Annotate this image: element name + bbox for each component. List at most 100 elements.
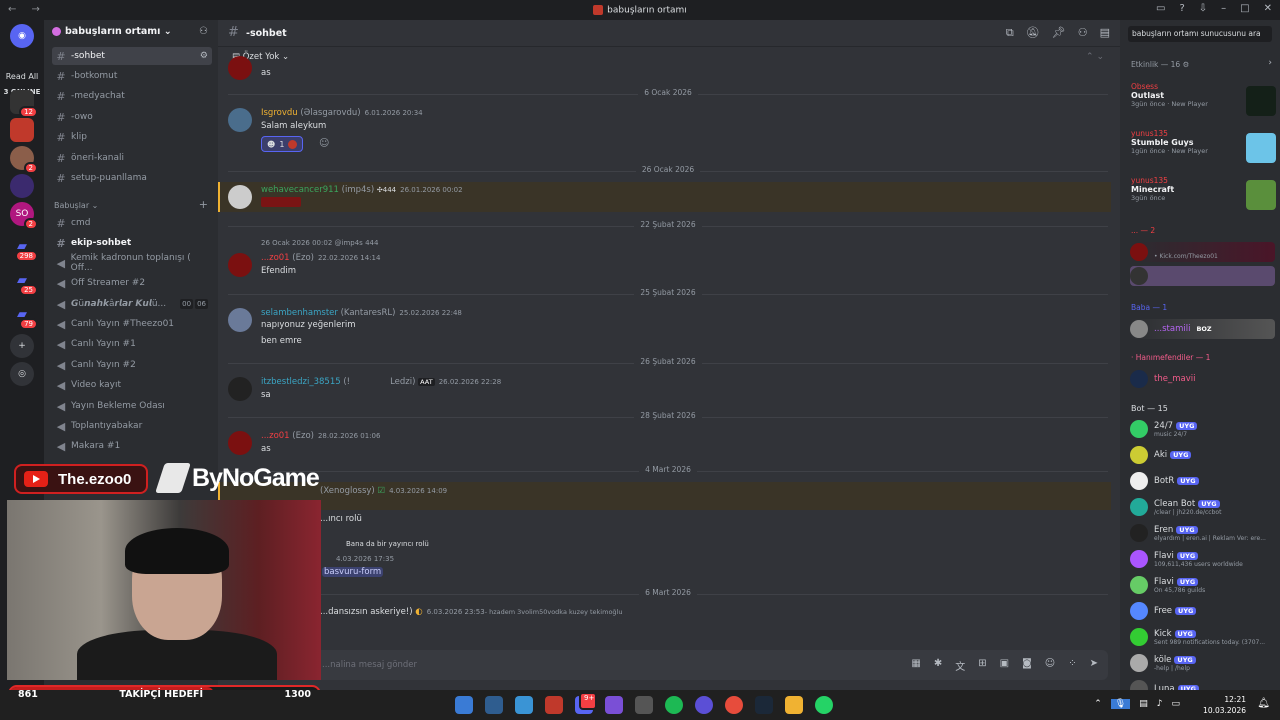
gift-icon[interactable]: ⊞ <box>978 658 986 673</box>
sticker-icon[interactable]: ◙ <box>1022 658 1032 673</box>
chevron-up-icon[interactable]: ⌃ <box>1094 699 1102 709</box>
threads-icon[interactable]: ⧉ <box>1006 26 1014 40</box>
channel-setup[interactable]: # setup-puanllama <box>52 169 212 187</box>
channel-ekip-sohbet[interactable]: # ekip-sohbet <box>52 234 212 252</box>
voice-channel[interactable]: ◀ Makara #1 <box>52 437 212 455</box>
inbox-icon[interactable]: ▤ <box>1100 26 1110 40</box>
bot-member-row[interactable]: BotR UYG <box>1130 471 1275 491</box>
server-icon[interactable]: SO 2 <box>10 202 38 230</box>
channel-cmd[interactable]: # cmd <box>52 214 212 232</box>
voice-channel[interactable]: ◀ Kemik kadronun toplanışı ( Off... <box>52 253 212 273</box>
network-icon[interactable]: ▤ <box>1139 699 1148 709</box>
bot-member-row[interactable]: köle UYG -help | /help <box>1130 653 1275 673</box>
discover-icon[interactable]: ◎ <box>10 362 34 386</box>
add-reaction-icon[interactable]: ☺ <box>319 138 329 149</box>
close-button[interactable]: ✕ <box>1264 3 1272 14</box>
member-row[interactable]: the_mavii <box>1130 369 1275 389</box>
bot-member-row[interactable]: Kick UYG Sent 989 notifications today. (37… <box>1130 627 1275 647</box>
notification-icon[interactable]: 🔔︎ <box>1257 698 1270 709</box>
settings-icon[interactable]: ⚙ <box>200 51 208 61</box>
scroll-arrows[interactable]: ⌃ ⌄ <box>1086 52 1104 62</box>
server-icon-active[interactable] <box>10 118 34 142</box>
avatar[interactable] <box>228 431 252 455</box>
news-icon[interactable] <box>545 696 563 714</box>
app-icon[interactable] <box>785 696 803 714</box>
activity-card[interactable]: yunus135 Stumble Guys 1gün önce · New Pl… <box>1131 129 1276 169</box>
reaction-pill[interactable]: ☻ 1 <box>261 136 304 152</box>
voice-channel[interactable]: ◀ Off Streamer #2 <box>52 274 212 292</box>
voice-channel[interactable]: ◀ Video kayıt <box>52 376 212 394</box>
app-icon[interactable]: ✱ <box>934 658 942 673</box>
create-channel-icon[interactable]: + <box>199 198 208 211</box>
notepad-icon[interactable] <box>515 696 533 714</box>
spotify-icon[interactable] <box>665 696 683 714</box>
send-icon[interactable]: ➤ <box>1090 658 1098 673</box>
avatar[interactable] <box>228 308 252 332</box>
battery-icon[interactable]: ▭ <box>1171 699 1180 709</box>
translate-icon[interactable]: 文 <box>955 658 965 673</box>
activity-card[interactable]: Obsess Outlast 3gün önce · New Player <box>1131 82 1276 122</box>
bot-member-row[interactable]: Flavi UYG 109,611,436 users worldwide <box>1130 549 1275 569</box>
folder-icon[interactable]: ▰ 25 <box>10 268 38 296</box>
inbox-icon[interactable]: ▭ <box>1156 3 1165 14</box>
avatar[interactable] <box>228 108 252 132</box>
reply-preview[interactable]: Bana da bir yayıncı rolü <box>346 540 429 548</box>
help-icon[interactable]: ? <box>1179 3 1184 14</box>
members-icon[interactable]: ⚇ <box>1078 26 1088 40</box>
volume-icon[interactable]: ♪ <box>1157 699 1163 709</box>
obs-icon[interactable] <box>635 696 653 714</box>
voice-channel[interactable]: ◀ Canlı Yayın #Theezo01 <box>52 315 212 333</box>
start-icon[interactable] <box>455 696 473 714</box>
channel-sohbet[interactable]: # -sohbet ⚙ <box>52 47 212 65</box>
server-icon[interactable]: 2 <box>10 146 38 174</box>
folder-icon[interactable]: ▰ 79 <box>10 302 38 330</box>
folder-icon[interactable]: ▰ 298 <box>10 234 38 262</box>
reply-preview[interactable]: 26 Ocak 2026 00:02 @imp4s 444 <box>261 239 378 247</box>
app-icon[interactable] <box>695 696 713 714</box>
add-server-icon[interactable]: + <box>10 334 34 358</box>
role-mention[interactable] <box>261 197 301 207</box>
channel-oneri[interactable]: # öneri-kanali <box>52 149 212 167</box>
chrome-icon[interactable] <box>725 696 743 714</box>
mic-icon[interactable]: 🎙︎ <box>1110 699 1131 709</box>
voice-channel[interactable]: ◀ 𝙂ü𝙣𝙖𝙝𝙠â𝙧𝙡𝙖𝙧 𝙆𝙪𝙡ü... 00 06 <box>52 295 212 313</box>
voice-channel[interactable]: ◀ Toplantıyabakar <box>52 417 212 435</box>
gif-icon[interactable]: ▣ <box>1000 658 1009 673</box>
apps-icon[interactable]: ⁘ <box>1068 658 1076 673</box>
bot-member-row[interactable]: Free UYG <box>1130 601 1275 621</box>
pin-icon[interactable]: 📌︎ <box>1052 26 1066 40</box>
emoji-icon[interactable]: ☺ <box>1045 658 1055 673</box>
discord-icon[interactable]: 9+ <box>575 692 597 714</box>
activity-card[interactable]: yunus135 Minecraft 3gün önce <box>1131 176 1276 216</box>
app-icon[interactable] <box>605 696 623 714</box>
download-icon[interactable]: ⇩ <box>1199 3 1207 14</box>
maximize-button[interactable]: □ <box>1240 3 1249 14</box>
channel-link[interactable]: basvuru-form <box>322 567 384 577</box>
voice-channel[interactable]: ◀ Canlı Yayın #2 <box>52 356 212 374</box>
voice-channel[interactable]: ◀ Canlı Yayın #1 <box>52 335 212 353</box>
bot-member-row[interactable]: 24/7 UYG music 24/7 <box>1130 419 1275 439</box>
voice-channel[interactable]: ◀ Yayın Bekleme Odası <box>52 397 212 415</box>
server-icon[interactable]: 12 <box>10 90 38 118</box>
search-input[interactable]: babuşların ortamı sunucusunu ara <box>1128 26 1272 42</box>
notification-bell-icon[interactable]: 🔕︎ <box>1026 26 1040 40</box>
server-icon[interactable] <box>10 174 34 198</box>
minimize-button[interactable]: – <box>1221 3 1226 14</box>
read-all-button[interactable]: Read All <box>0 72 44 81</box>
whatsapp-icon[interactable] <box>815 696 833 714</box>
add-member-icon[interactable]: ⚇ <box>199 26 208 37</box>
message-input[interactable]: ...nalina mesaj gönder ▦ ✱ 文 ⊞ ▣ ◙ ☺ ⁘ ➤ <box>228 650 1108 680</box>
bot-member-row[interactable]: Clean Bot UYG/clear | jh220.de/ccbot <box>1130 497 1275 517</box>
chevron-right-icon[interactable]: › <box>1268 58 1272 68</box>
category-header[interactable]: Babuşlar ⌄ <box>54 201 98 210</box>
bot-member-row[interactable]: Aki UYG <box>1130 445 1275 465</box>
steam-icon[interactable] <box>755 696 773 714</box>
calendar-icon[interactable]: ▦ <box>911 658 920 673</box>
member-row[interactable] <box>1130 266 1275 286</box>
avatar[interactable] <box>228 185 252 209</box>
member-row[interactable]: ...stamili BOZ <box>1130 319 1275 339</box>
home-discord-icon[interactable]: ◉ <box>10 24 34 48</box>
channel-medyachat[interactable]: # -medyachat <box>52 87 212 105</box>
bot-member-row[interactable]: Flavi UYG On 45,786 guilds <box>1130 575 1275 595</box>
member-row[interactable]: • Kick.com/Theezo01 <box>1130 242 1275 262</box>
